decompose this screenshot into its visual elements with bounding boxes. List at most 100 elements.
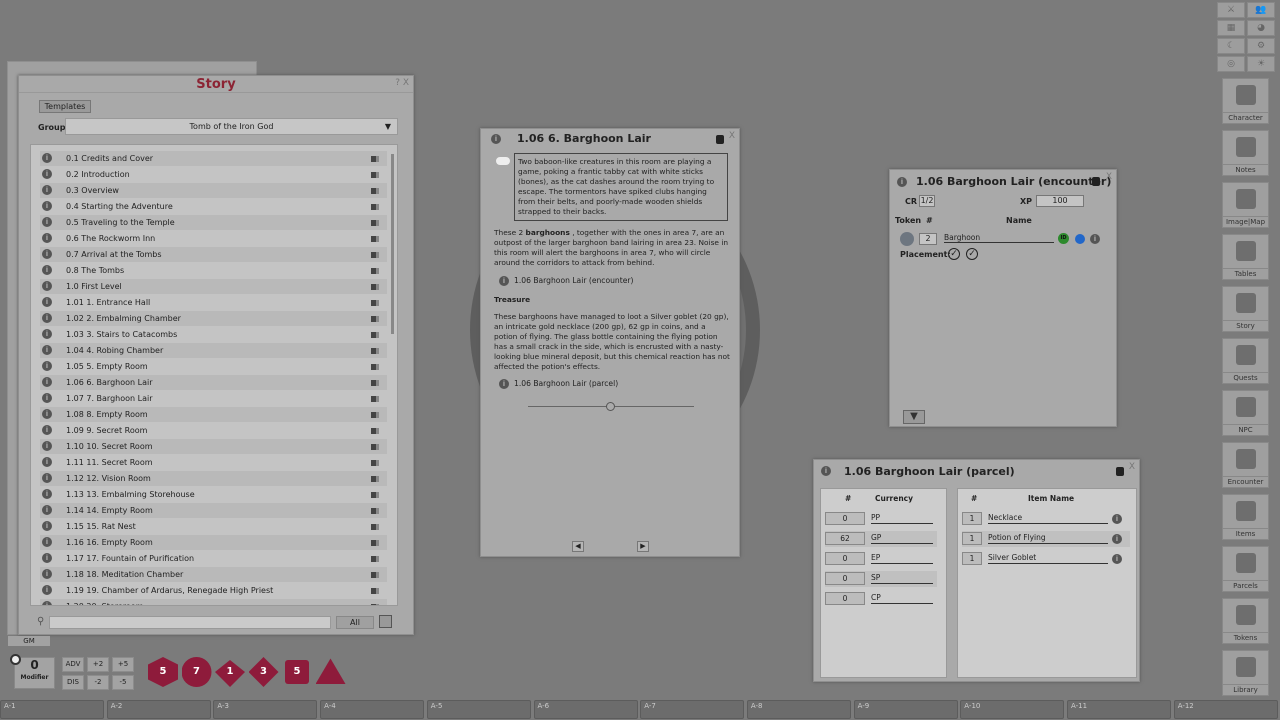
share-toggle-icon[interactable] [371,188,379,194]
hotkey-slot[interactable]: A-10 [960,700,1064,719]
search-input[interactable] [49,616,331,629]
share-toggle-icon[interactable] [371,428,379,434]
filter-all-button[interactable]: All [336,616,374,629]
list-item[interactable]: i1.11 11. Secret Room [40,455,387,470]
info-icon[interactable]: i [42,601,52,606]
currency-name[interactable]: CP [871,592,933,604]
group-dropdown[interactable]: Tomb of the Iron God▼ [65,118,398,135]
speech-bubble-icon[interactable] [496,157,510,165]
share-toggle-icon[interactable] [371,476,379,482]
hotkey-slot[interactable]: A-3 [213,700,317,719]
list-item[interactable]: i1.19 19. Chamber of Ardarus, Renegade H… [40,583,387,598]
info-icon[interactable]: i [42,473,52,483]
close-button[interactable]: X [1106,172,1112,182]
item-count[interactable]: 1 [962,552,982,565]
info-icon[interactable]: i [42,169,52,179]
share-toggle-icon[interactable] [371,572,379,578]
list-item[interactable]: i1.07 7. Barghoon Lair [40,391,387,406]
share-toggle-icon[interactable] [371,364,379,370]
item-name[interactable]: Necklace [988,512,1108,524]
info-icon[interactable]: i [42,457,52,467]
info-icon[interactable]: i [42,569,52,579]
share-toggle-icon[interactable] [371,348,379,354]
info-icon[interactable]: i [42,329,52,339]
hotkey-slot[interactable]: A-11 [1067,700,1171,719]
share-toggle-icon[interactable] [371,412,379,418]
sidebar-button-notes[interactable]: Notes [1222,130,1269,176]
sidebar-button-tables[interactable]: Tables [1222,234,1269,280]
list-item[interactable]: i1.16 16. Empty Room [40,535,387,550]
item-name[interactable]: Silver Goblet [988,552,1108,564]
sidebar-button-quests[interactable]: Quests [1222,338,1269,384]
party-icon[interactable]: 👥 [1247,2,1275,18]
currency-amount[interactable]: 0 [825,512,865,525]
sidebar-button-library[interactable]: Library [1222,650,1269,696]
list-item[interactable]: i1.10 10. Secret Room [40,439,387,454]
info-icon[interactable]: i [491,134,501,144]
prev-page-button[interactable]: ◀ [572,541,584,552]
share-toggle-icon[interactable] [371,604,379,606]
share-toggle-icon[interactable] [371,268,379,274]
list-item[interactable]: i1.14 14. Empty Room [40,503,387,518]
slider-handle[interactable] [606,402,615,411]
share-toggle-icon[interactable] [371,380,379,386]
edit-icon[interactable] [379,615,392,628]
hotkey-slot[interactable]: A-2 [107,700,211,719]
info-icon[interactable]: i [897,177,907,187]
list-item[interactable]: i0.2 Introduction [40,167,387,182]
currency-amount[interactable]: 0 [825,592,865,605]
info-icon[interactable]: i [42,153,52,163]
list-item[interactable]: i1.02 2. Embalming Chamber [40,311,387,326]
text-size-slider[interactable] [528,406,694,407]
info-icon[interactable]: i [1112,554,1122,564]
cr-field[interactable]: 1/2 [919,195,935,207]
info-icon[interactable]: i [42,537,52,547]
list-item[interactable]: i1.08 8. Empty Room [40,407,387,422]
gear-icon[interactable]: ⚙ [1247,38,1275,54]
list-item[interactable]: i0.4 Starting the Adventure [40,199,387,214]
info-icon[interactable]: i [42,281,52,291]
lighting-icon[interactable]: ☀ [1247,56,1275,72]
share-toggle-icon[interactable] [371,300,379,306]
list-item[interactable]: i1.17 17. Fountain of Purification [40,551,387,566]
info-icon[interactable]: i [42,233,52,243]
token-image[interactable] [900,232,914,246]
d12-die[interactable]: 7 [182,657,212,687]
info-icon[interactable]: i [42,425,52,435]
share-toggle-icon[interactable] [371,204,379,210]
list-item[interactable]: i1.12 12. Vision Room [40,471,387,486]
share-toggle-icon[interactable] [371,332,379,338]
share-toggle-icon[interactable] [371,492,379,498]
list-item[interactable]: i0.5 Traveling to the Temple [40,215,387,230]
d6-die[interactable]: 5 [282,657,312,687]
list-item[interactable]: i1.15 15. Rat Nest [40,519,387,534]
sidebar-button-encounter[interactable]: Encounter [1222,442,1269,488]
modifier-button[interactable]: +2 [87,657,109,672]
parcel-link[interactable]: i1.06 Barghoon Lair (parcel) [499,379,618,389]
info-icon[interactable]: i [1112,534,1122,544]
info-icon[interactable]: i [42,185,52,195]
sidebar-button-story[interactable]: Story [1222,286,1269,332]
expand-down-button[interactable]: ▼ [903,410,925,424]
sidebar-button-character[interactable]: Character [1222,78,1269,124]
list-item[interactable]: i0.6 The Rockworm Inn [40,231,387,246]
hotkey-slot[interactable]: A-4 [320,700,424,719]
close-button[interactable]: X [1129,462,1135,472]
info-icon[interactable]: i [42,297,52,307]
list-item[interactable]: i1.04 4. Robing Chamber [40,343,387,358]
list-item[interactable]: i1.03 3. Stairs to Catacombs [40,327,387,342]
info-icon[interactable]: i [42,377,52,387]
list-item[interactable]: i1.18 18. Meditation Chamber [40,567,387,582]
gear-icon[interactable] [10,654,21,665]
share-toggle-icon[interactable] [371,444,379,450]
lock-icon[interactable] [1092,177,1100,186]
encounter-link[interactable]: i1.06 Barghoon Lair (encounter) [499,276,633,286]
modifier-button[interactable]: -5 [112,675,134,690]
sidebar-button-items[interactable]: Items [1222,494,1269,540]
info-icon[interactable]: i [42,553,52,563]
hotkey-slot[interactable]: A-1 [0,700,104,719]
hotkey-slot[interactable]: A-7 [640,700,744,719]
info-icon[interactable]: i [42,201,52,211]
list-item[interactable]: i0.3 Overview [40,183,387,198]
hotkey-slot[interactable]: A-9 [854,700,958,719]
